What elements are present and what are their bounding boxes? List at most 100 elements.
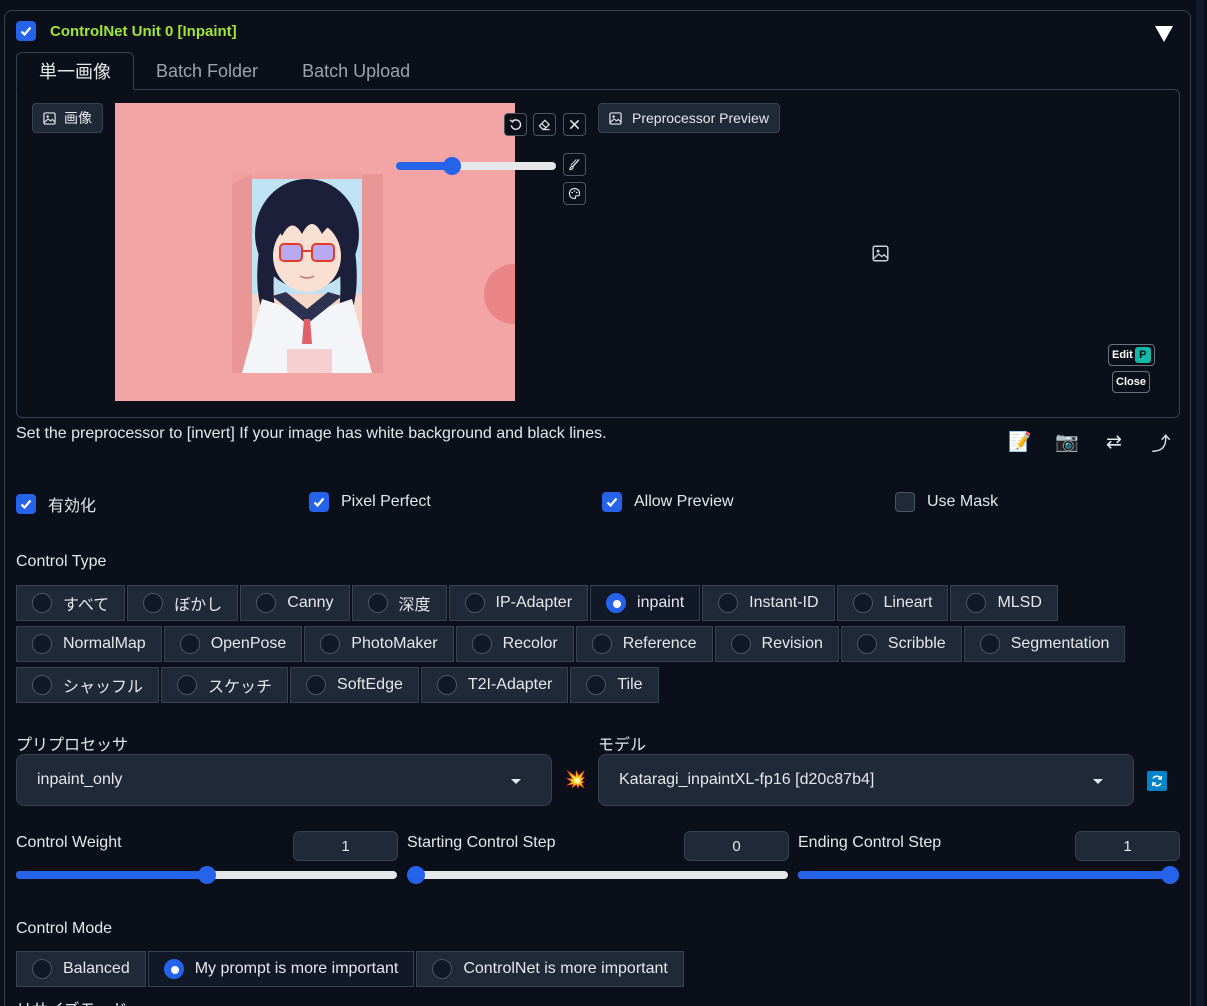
radio-dot[interactable] <box>852 593 873 613</box>
radio-dot[interactable] <box>143 593 164 613</box>
canvas-drag-handle[interactable] <box>484 264 515 324</box>
pixel-perfect-checkbox[interactable] <box>309 492 329 512</box>
radio-dot[interactable] <box>179 634 200 654</box>
starting-step-slider[interactable] <box>407 865 788 885</box>
radio-dot[interactable] <box>256 593 277 613</box>
radio-dot[interactable] <box>586 675 607 695</box>
radio-dot[interactable] <box>464 593 485 613</box>
control-type-option[interactable]: SoftEdge <box>290 667 419 703</box>
radio-dot[interactable] <box>432 959 453 979</box>
enable-checkbox[interactable] <box>16 494 36 514</box>
control-weight-input[interactable]: 1 <box>293 831 398 861</box>
camera-icon[interactable]: 📷 <box>1055 430 1079 454</box>
control-type-option[interactable]: Lineart <box>836 585 949 621</box>
close-button[interactable]: Close <box>1112 371 1150 393</box>
control-type-option[interactable]: Segmentation <box>963 626 1126 662</box>
starting-step-input[interactable]: 0 <box>684 831 789 861</box>
control-type-option[interactable]: Recolor <box>455 626 574 662</box>
brush-slider-thumb[interactable] <box>443 157 461 175</box>
tab-batch-folder[interactable]: Batch Folder <box>134 52 280 90</box>
control-type-option[interactable]: PhotoMaker <box>304 626 454 662</box>
memo-icon[interactable]: 📝 <box>1008 430 1032 454</box>
control-mode-label: Control Mode <box>16 920 113 937</box>
unit-enable-checkbox[interactable] <box>16 21 36 41</box>
undo-button[interactable] <box>504 113 527 136</box>
unit-title[interactable]: ControlNet Unit 0 [Inpaint] <box>50 23 237 40</box>
tab-single-image[interactable]: 単一画像 <box>16 52 134 90</box>
control-type-option[interactable]: Reference <box>575 626 713 662</box>
control-mode-option[interactable]: ControlNet is more important <box>416 951 684 987</box>
radio-dot[interactable] <box>730 634 751 654</box>
allow-preview-checkbox[interactable] <box>602 492 622 512</box>
radio-dot[interactable] <box>856 634 877 654</box>
radio-dot[interactable] <box>591 634 612 654</box>
control-mode-option[interactable]: Balanced <box>16 951 146 987</box>
option-enable[interactable]: 有効化 <box>16 492 96 516</box>
option-use-mask[interactable]: Use Mask <box>895 492 998 512</box>
radio-dot[interactable] <box>320 634 341 654</box>
brush-button[interactable] <box>563 153 586 176</box>
color-palette-button[interactable] <box>563 182 586 205</box>
use-mask-checkbox[interactable] <box>895 492 915 512</box>
slider-thumb[interactable] <box>1161 866 1179 884</box>
option-label: シャッフル <box>63 679 144 696</box>
radio-dot[interactable] <box>979 634 1000 654</box>
radio-dot[interactable] <box>32 959 52 979</box>
close-label: Close <box>1116 376 1146 388</box>
control-type-option[interactable]: Revision <box>714 626 839 662</box>
radio-dot[interactable] <box>436 675 457 695</box>
radio-dot[interactable] <box>367 593 388 613</box>
eraser-button[interactable] <box>533 113 556 136</box>
control-type-option-selected[interactable]: inpaint <box>590 585 701 621</box>
preprocessor-dropdown[interactable]: inpaint_only <box>16 754 552 806</box>
control-type-option[interactable]: すべて <box>16 585 126 621</box>
refresh-models-button[interactable] <box>1147 771 1167 791</box>
radio-dot[interactable] <box>966 593 987 613</box>
radio-dot-selected[interactable] <box>606 593 627 613</box>
control-type-option[interactable]: IP-Adapter <box>448 585 589 621</box>
edit-button[interactable]: Edit P <box>1108 344 1155 366</box>
edit-label: Edit <box>1112 349 1133 361</box>
ending-step-input[interactable]: 1 <box>1075 831 1180 861</box>
radio-dot[interactable] <box>32 675 52 695</box>
control-mode-option-selected[interactable]: My prompt is more important <box>147 951 415 987</box>
radio-dot[interactable] <box>718 593 739 613</box>
model-dropdown[interactable]: Kataragi_inpaintXL-fp16 [d20c87b4] <box>598 754 1134 806</box>
radio-dot[interactable] <box>32 634 52 654</box>
page-scrollbar[interactable] <box>1193 0 1207 1006</box>
radio-dot-selected[interactable] <box>163 959 184 979</box>
clear-image-button[interactable] <box>563 113 586 136</box>
control-type-option[interactable]: NormalMap <box>16 626 162 662</box>
control-type-option[interactable]: シャッフル <box>16 667 160 703</box>
control-type-option[interactable]: MLSD <box>950 585 1058 621</box>
curved-arrow-icon[interactable]: ⤴ <box>1149 430 1173 455</box>
control-type-option[interactable]: 深度 <box>351 585 447 621</box>
collapse-arrow-icon[interactable] <box>1155 26 1173 42</box>
image-canvas[interactable] <box>115 103 515 401</box>
image-icon <box>609 111 622 125</box>
control-type-option[interactable]: OpenPose <box>163 626 303 662</box>
control-type-option[interactable]: Canny <box>240 585 350 621</box>
ending-step-slider[interactable] <box>798 865 1179 885</box>
scrollbar-thumb[interactable] <box>1196 0 1204 1006</box>
check-icon <box>20 499 32 510</box>
control-type-option[interactable]: Instant-ID <box>702 585 835 621</box>
option-pixel-perfect[interactable]: Pixel Perfect <box>309 492 431 512</box>
control-type-option[interactable]: スケッチ <box>161 667 289 703</box>
control-type-option[interactable]: Scribble <box>840 626 962 662</box>
swap-icon[interactable]: ⇄ <box>1102 430 1126 454</box>
radio-dot[interactable] <box>471 634 492 654</box>
option-allow-preview[interactable]: Allow Preview <box>602 492 734 512</box>
run-preprocessor-icon[interactable]: 💥 <box>565 770 586 790</box>
brush-size-slider[interactable] <box>396 157 556 175</box>
slider-thumb[interactable] <box>407 866 425 884</box>
control-weight-slider[interactable] <box>16 865 397 885</box>
slider-thumb[interactable] <box>198 866 216 884</box>
radio-dot[interactable] <box>32 593 52 613</box>
control-type-option[interactable]: Tile <box>570 667 659 703</box>
control-type-option[interactable]: T2I-Adapter <box>420 667 569 703</box>
radio-dot[interactable] <box>306 675 327 695</box>
radio-dot[interactable] <box>177 675 198 695</box>
tab-batch-upload[interactable]: Batch Upload <box>280 52 432 90</box>
control-type-option[interactable]: ぼかし <box>127 585 239 621</box>
